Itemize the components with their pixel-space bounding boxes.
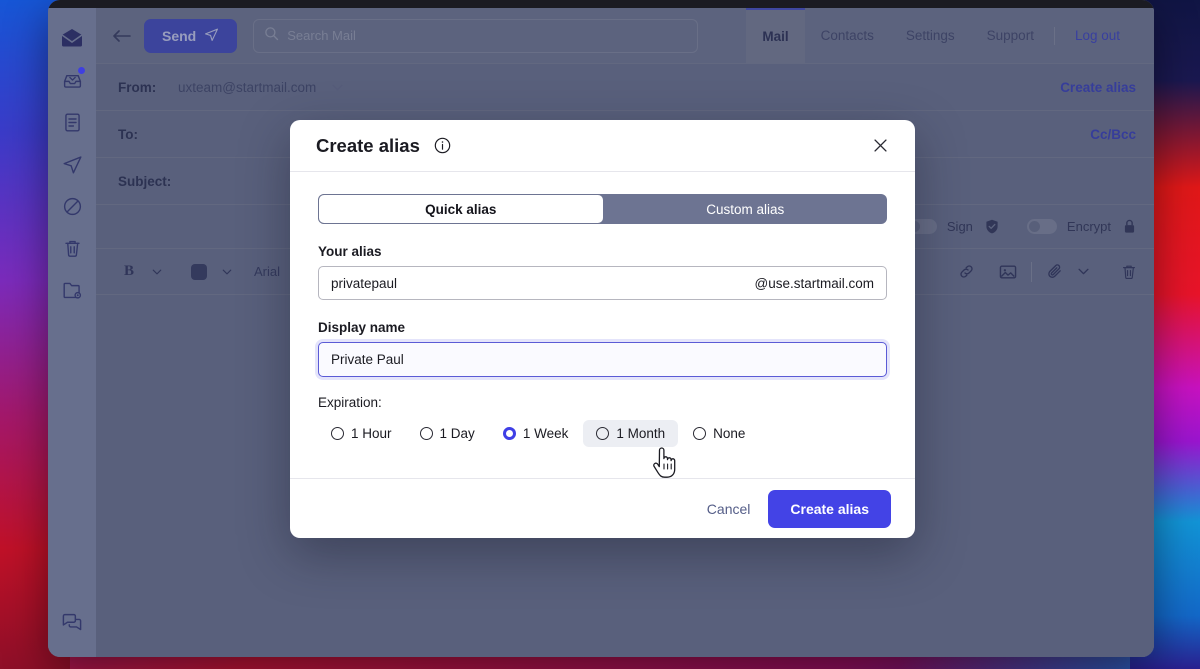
discard-draft-trash-icon[interactable] (1118, 259, 1140, 285)
radio-label: 1 Month (616, 426, 665, 441)
text-color-swatch[interactable] (188, 259, 210, 285)
toolbar-divider (1031, 262, 1032, 282)
logo-mail-icon[interactable] (56, 22, 88, 54)
display-name-input-wrapper[interactable] (318, 342, 887, 377)
close-icon[interactable] (867, 133, 893, 159)
nav-divider (1054, 27, 1055, 45)
dialog-body: Quick alias Custom alias Your alias @use… (290, 172, 915, 478)
sidebar-item-sent[interactable] (56, 148, 88, 180)
search-input[interactable] (287, 28, 687, 43)
insert-link-icon[interactable] (955, 259, 977, 285)
dialog-footer: Cancel Create alias (290, 478, 915, 538)
top-toolbar: Send (96, 8, 1154, 64)
compose-from-row: From: uxteam@startmail.com Create alias (96, 64, 1154, 111)
back-arrow-icon[interactable] (108, 22, 136, 50)
dialog-header: Create alias (290, 120, 915, 172)
display-name-label: Display name (318, 320, 887, 335)
search-box[interactable] (253, 19, 698, 53)
ccbcc-link[interactable]: Cc/Bcc (1090, 127, 1136, 142)
lock-icon (1123, 219, 1136, 234)
radio-circle-icon (331, 427, 344, 440)
alias-input[interactable] (331, 276, 755, 291)
radio-circle-icon (693, 427, 706, 440)
your-alias-label: Your alias (318, 244, 887, 259)
attachment-chevron-down-icon[interactable] (1072, 259, 1094, 285)
radio-label: 1 Week (523, 426, 569, 441)
radio-label: 1 Hour (351, 426, 392, 441)
subject-label: Subject: (118, 174, 178, 189)
search-icon (264, 26, 279, 46)
radio-expiration-1-hour[interactable]: 1 Hour (318, 420, 405, 447)
radio-circle-icon (596, 427, 609, 440)
alias-domain-suffix: @use.startmail.com (755, 276, 874, 291)
app-window: Send (48, 0, 1154, 657)
inbox-unread-badge (78, 67, 85, 74)
chevron-down-icon[interactable] (332, 78, 343, 96)
send-paper-plane-icon (204, 27, 219, 45)
radio-circle-icon (420, 427, 433, 440)
attachment-paperclip-icon[interactable] (1044, 259, 1066, 285)
send-button[interactable]: Send (144, 19, 237, 53)
dialog-title: Create alias (316, 135, 420, 157)
shield-check-icon (985, 219, 999, 234)
expiration-radio-group: 1 Hour 1 Day 1 Week 1 Month None (318, 420, 887, 447)
radio-circle-selected-icon (503, 427, 516, 440)
sidebar-item-folders[interactable] (56, 274, 88, 306)
font-family-select[interactable]: Arial (254, 264, 280, 279)
bold-button[interactable]: B (118, 259, 140, 285)
alias-input-wrapper[interactable]: @use.startmail.com (318, 266, 887, 300)
from-value[interactable]: uxteam@startmail.com (178, 80, 316, 95)
nav-tab-settings[interactable]: Settings (890, 8, 971, 63)
radio-expiration-1-week[interactable]: 1 Week (490, 420, 582, 447)
display-name-input[interactable] (331, 352, 874, 367)
sign-label: Sign (947, 219, 973, 234)
create-alias-dialog: Create alias Quick alias Custom alias Yo… (290, 120, 915, 538)
send-button-label: Send (162, 28, 196, 44)
sidebar-rail (48, 8, 96, 657)
tab-quick-alias[interactable]: Quick alias (318, 194, 604, 224)
window-titlebar (48, 0, 1154, 8)
sidebar-item-drafts[interactable] (56, 106, 88, 138)
insert-image-icon[interactable] (997, 259, 1019, 285)
to-label: To: (118, 127, 178, 142)
radio-expiration-1-day[interactable]: 1 Day (407, 420, 488, 447)
nav-tab-contacts[interactable]: Contacts (805, 8, 890, 63)
alias-type-segmented-control: Quick alias Custom alias (318, 194, 887, 224)
info-icon[interactable] (434, 137, 451, 154)
create-alias-link[interactable]: Create alias (1060, 80, 1136, 95)
top-navigation: Mail Contacts Settings Support Log out (746, 8, 1154, 63)
logout-link[interactable]: Log out (1059, 8, 1136, 63)
tab-custom-alias[interactable]: Custom alias (604, 194, 888, 224)
create-alias-button[interactable]: Create alias (768, 490, 891, 528)
sidebar-item-inbox[interactable] (56, 64, 88, 96)
bold-chevron-down-icon[interactable] (146, 259, 168, 285)
nav-tab-support[interactable]: Support (971, 8, 1050, 63)
color-chevron-down-icon[interactable] (216, 259, 238, 285)
encrypt-label: Encrypt (1067, 219, 1111, 234)
radio-expiration-none[interactable]: None (680, 420, 758, 447)
sidebar-item-trash[interactable] (56, 232, 88, 264)
cancel-button[interactable]: Cancel (707, 501, 751, 517)
sidebar-item-spam[interactable] (56, 190, 88, 222)
sidebar-item-chat[interactable] (56, 605, 88, 637)
radio-label: None (713, 426, 745, 441)
from-label: From: (118, 80, 178, 95)
nav-tab-mail[interactable]: Mail (746, 8, 804, 63)
encrypt-toggle[interactable] (1027, 219, 1057, 234)
radio-label: 1 Day (440, 426, 475, 441)
radio-expiration-1-month[interactable]: 1 Month (583, 420, 678, 447)
expiration-label: Expiration: (318, 395, 887, 410)
